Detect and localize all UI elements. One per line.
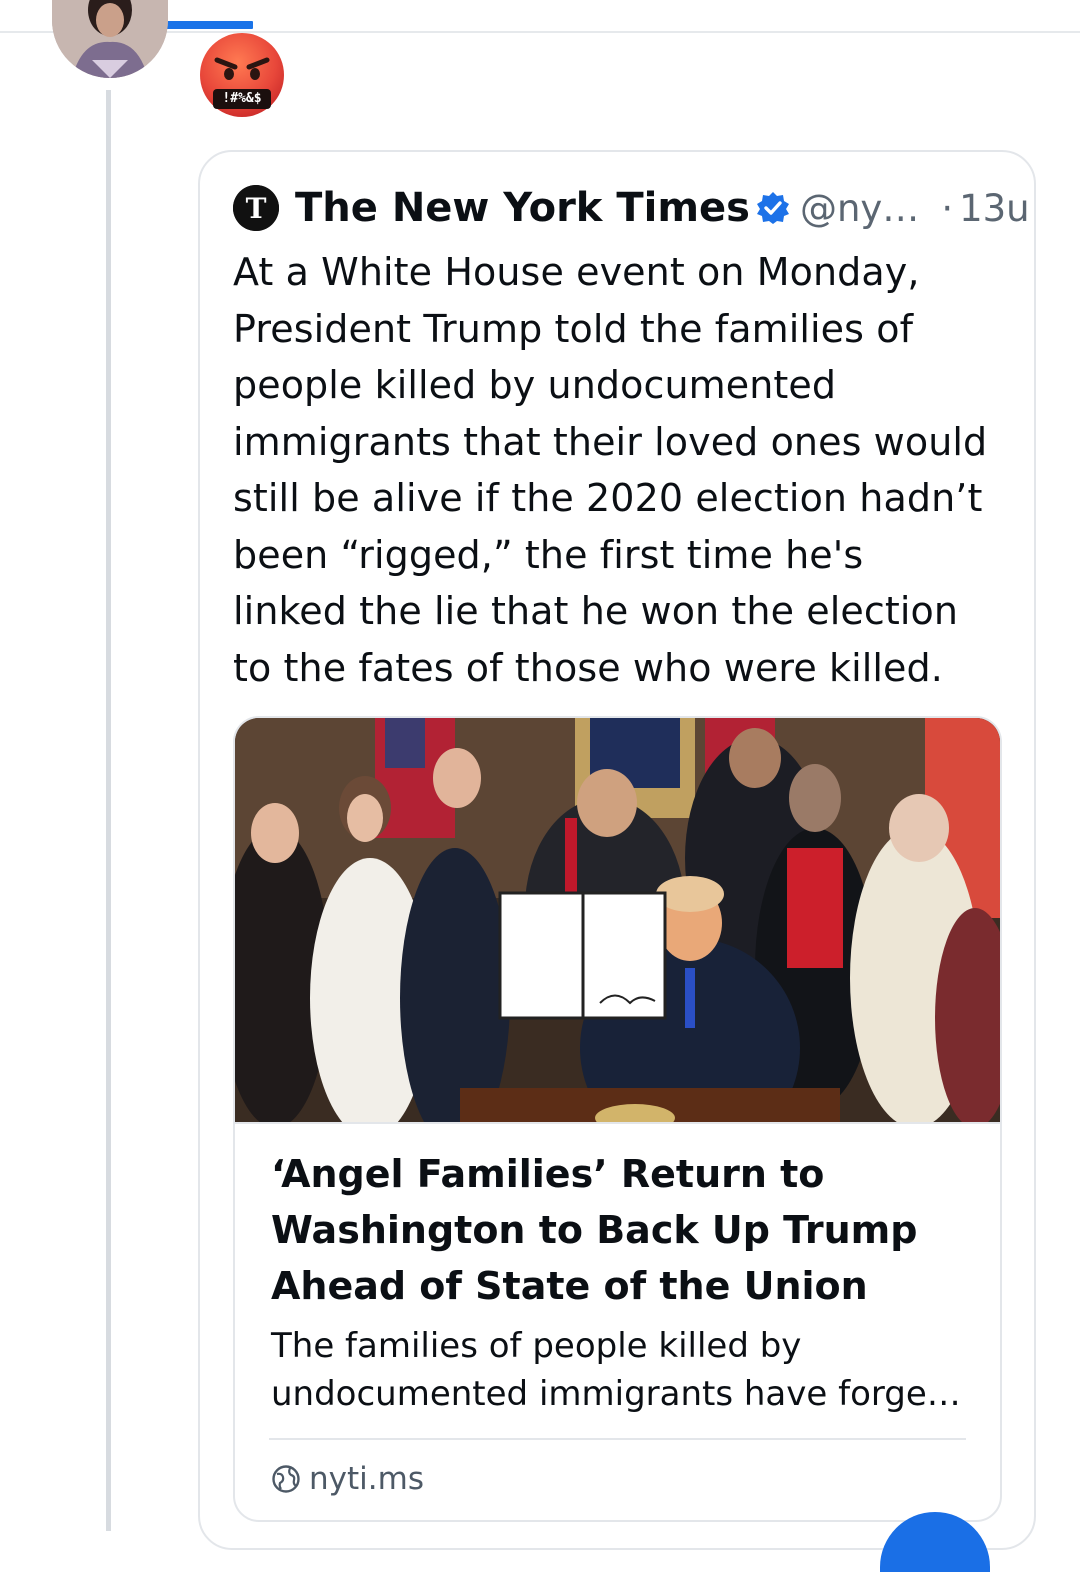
emoji-symbols-text: !#%&$ [222,91,262,106]
post-timestamp[interactable]: 13u [959,187,1030,230]
post-text-line: At a White House event on Monday, [233,250,920,294]
link-title-line: Ahead of State of the Union [271,1264,868,1308]
post-text-line: still be alive if the 2020 election hadn… [233,476,983,520]
post-text-line: people killed by undocumented [233,363,837,407]
link-description: The families of people killed by undocum… [271,1322,971,1418]
link-desc-line: The families of people killed by [271,1326,802,1366]
link-domain-row[interactable]: nyti.ms [271,1456,424,1502]
link-domain: nyti.ms [309,1461,424,1497]
globe-icon [272,1465,300,1493]
svg-text:T: T [246,192,267,225]
post-text-line: immigrants that their loved ones would [233,419,988,464]
link-preview-card[interactable]: ‘Angel Families’ Return to Washington to… [233,716,1002,1522]
separator-dot: · [941,186,954,230]
link-divider [269,1438,966,1440]
verified-badge-icon [756,192,789,224]
quoted-post-header: T The New York Times @ny… · 13u [233,183,1030,233]
link-title-line: ‘Angel Families’ Return to [271,1152,825,1196]
post-text-line: linked the lie that he won the election [233,589,959,633]
thread-line [106,90,111,1531]
avatar[interactable] [52,0,168,78]
post-text-line: President Trump told the families of [233,306,914,351]
author-name[interactable]: The New York Times [295,185,750,231]
link-title[interactable]: ‘Angel Families’ Return to Washington to… [271,1146,971,1314]
link-desc-line: undocumented immigrants have forge… [271,1374,961,1414]
news-photo [235,718,1000,1158]
author-handle[interactable]: @ny… [800,187,919,230]
quoted-post-text: At a White House event on Monday, Presid… [233,244,1023,696]
post-text-line: been “rigged,” the first time he's [233,532,864,577]
link-title-line: Washington to Back Up Trump [271,1208,918,1252]
angry-symbols-emoji-icon[interactable]: !#%&$ [199,32,285,118]
link-preview-image[interactable] [235,718,1000,1158]
post-text-line: to the fates of those who were killed. [233,645,943,690]
nyt-logo-icon[interactable]: T [233,185,279,231]
